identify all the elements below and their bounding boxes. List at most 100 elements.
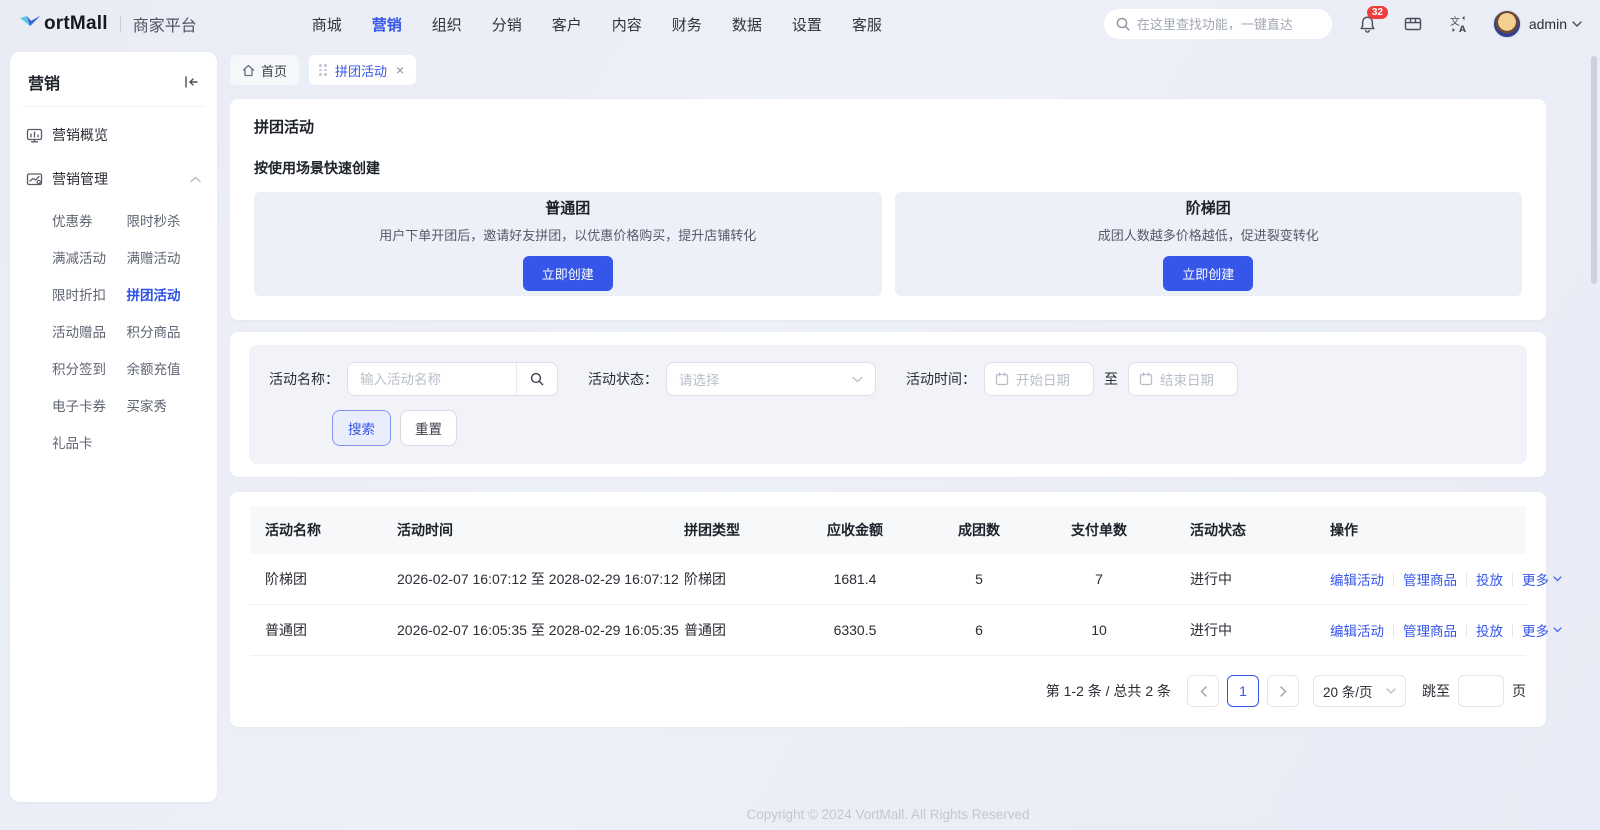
manage-goods-link[interactable]: 管理商品 [1403, 620, 1457, 640]
drag-handle-icon [319, 64, 327, 76]
nav-item-data[interactable]: 数据 [717, 14, 777, 35]
notifications-button[interactable]: 32 [1358, 15, 1377, 34]
activity-status-label: 活动状态： [588, 369, 658, 389]
nav-item-organization[interactable]: 组织 [417, 14, 477, 35]
create-ladder-group-button[interactable]: 立即创建 [1163, 256, 1253, 291]
more-link[interactable]: 更多 [1522, 620, 1562, 640]
status-select-value: 请选择 [679, 369, 720, 389]
name-search-button[interactable] [516, 362, 557, 396]
top-bar: ortMall 商家平台 商城 营销 组织 分销 客户 内容 财务 数据 设置 … [0, 0, 1600, 48]
sidebar: 营销 营销概览 营销管理 [10, 52, 217, 802]
start-date-picker[interactable]: 开始日期 [984, 362, 1094, 396]
sidebar-item-group-buy[interactable]: 拼团活动 [127, 277, 202, 314]
sidebar-item-points-signin[interactable]: 积分签到 [52, 351, 127, 388]
search-button[interactable]: 搜索 [332, 410, 391, 446]
sidebar-item-marketing-overview[interactable]: 营销概览 [26, 113, 201, 157]
more-link[interactable]: 更多 [1522, 569, 1562, 589]
close-tab-icon[interactable]: × [396, 63, 404, 77]
scenario-title: 普通团 [545, 197, 590, 218]
brand[interactable]: ortMall 商家平台 [18, 12, 197, 36]
top-nav: 商城 营销 组织 分销 客户 内容 财务 数据 设置 客服 [297, 14, 897, 35]
col-activity-time: 活动时间 [382, 520, 669, 540]
manage-goods-link[interactable]: 管理商品 [1403, 569, 1457, 589]
translate-icon: 文 A [1449, 14, 1469, 34]
tab-bar: 首页 拼团活动 × [230, 52, 1546, 88]
next-page-button[interactable] [1267, 675, 1299, 707]
nav-item-support[interactable]: 客服 [837, 14, 897, 35]
search-icon [1116, 17, 1130, 31]
sidebar-item-marketing-manage[interactable]: 营销管理 [26, 157, 201, 201]
brand-divider [120, 16, 121, 32]
sidebar-item-balance-recharge[interactable]: 余额充值 [127, 351, 202, 388]
nav-item-marketing[interactable]: 营销 [357, 14, 417, 35]
jump-to-label: 跳至 [1422, 681, 1450, 701]
activity-table-card: 活动名称 活动时间 拼团类型 应收金额 成团数 支付单数 活动状态 操作 阶梯团… [230, 492, 1546, 727]
sidebar-item-flash-sale[interactable]: 限时秒杀 [127, 203, 202, 240]
scenario-desc: 用户下单开团后，邀请好友拼团，以优惠价格购买，提升店铺转化 [379, 225, 756, 244]
pagination: 第 1-2 条 / 总共 2 条 1 20 条/页 跳至 [250, 675, 1526, 707]
global-search-input[interactable] [1137, 17, 1320, 32]
page-size-value: 20 条/页 [1323, 681, 1373, 701]
cell-group-type: 阶梯团 [669, 569, 775, 589]
section-title: 按使用场景快速创建 [254, 158, 1522, 178]
promote-link[interactable]: 投放 [1476, 569, 1503, 589]
page-size-select[interactable]: 20 条/页 [1313, 675, 1406, 707]
avatar [1493, 10, 1521, 38]
board-trend-icon [26, 171, 43, 188]
nav-item-settings[interactable]: 设置 [777, 14, 837, 35]
sidebar-item-activity-gift[interactable]: 活动赠品 [52, 314, 127, 351]
chevron-left-icon [1200, 686, 1207, 697]
row-actions: 编辑活动 管理商品 投放 更多 [1315, 569, 1562, 589]
nav-item-distribution[interactable]: 分销 [477, 14, 537, 35]
sidebar-item-buyer-show[interactable]: 买家秀 [127, 388, 202, 425]
tab-home[interactable]: 首页 [230, 55, 299, 85]
user-menu[interactable]: admin [1493, 10, 1582, 38]
edit-activity-link[interactable]: 编辑活动 [1330, 569, 1384, 589]
page-number-1[interactable]: 1 [1227, 675, 1259, 707]
sidebar-item-full-gift[interactable]: 满赠活动 [127, 240, 202, 277]
nav-item-finance[interactable]: 财务 [657, 14, 717, 35]
activity-name-input[interactable] [348, 372, 516, 387]
sidebar-title: 营销 [28, 70, 60, 94]
workbench-button[interactable] [1403, 14, 1423, 34]
tab-group-buy[interactable]: 拼团活动 × [309, 55, 416, 85]
sidebar-submenu: 优惠券 限时秒杀 满减活动 满赠活动 限时折扣 拼团活动 活动赠品 积分商品 积… [26, 203, 201, 462]
page-unit-label: 页 [1512, 681, 1526, 701]
cell-activity-name: 普通团 [250, 620, 382, 640]
sidebar-item-gift-card[interactable]: 礼品卡 [52, 425, 127, 462]
search-icon [530, 372, 544, 386]
global-search[interactable] [1104, 9, 1332, 39]
nav-item-content[interactable]: 内容 [597, 14, 657, 35]
collapse-sidebar-icon[interactable] [184, 75, 199, 89]
start-date-value: 开始日期 [1016, 369, 1070, 389]
promote-link[interactable]: 投放 [1476, 620, 1503, 640]
activity-status-select[interactable]: 请选择 [666, 362, 876, 396]
sidebar-item-full-reduction[interactable]: 满减活动 [52, 240, 127, 277]
nav-item-mall[interactable]: 商城 [297, 14, 357, 35]
jump-to-input[interactable] [1458, 675, 1504, 707]
calendar-icon [995, 372, 1009, 386]
home-icon [242, 64, 255, 77]
sidebar-item-time-discount[interactable]: 限时折扣 [52, 277, 127, 314]
activity-name-input-group [347, 362, 558, 396]
sidebar-item-coupon[interactable]: 优惠券 [52, 203, 127, 240]
scrollbar-thumb[interactable] [1591, 56, 1597, 284]
col-paid-orders: 支付单数 [1023, 520, 1175, 540]
col-group-type: 拼团类型 [669, 520, 775, 540]
end-date-picker[interactable]: 结束日期 [1128, 362, 1238, 396]
chevron-right-icon [1280, 686, 1287, 697]
nav-item-customers[interactable]: 客户 [537, 14, 597, 35]
prev-page-button[interactable] [1187, 675, 1219, 707]
cell-receivable: 1681.4 [775, 571, 935, 587]
edit-activity-link[interactable]: 编辑活动 [1330, 620, 1384, 640]
chevron-down-icon [1553, 576, 1562, 582]
chevron-down-icon [1553, 627, 1562, 633]
language-button[interactable]: 文 A [1449, 14, 1469, 34]
create-normal-group-button[interactable]: 立即创建 [523, 256, 613, 291]
sidebar-item-ecard[interactable]: 电子卡券 [52, 388, 127, 425]
reset-button[interactable]: 重置 [400, 410, 457, 446]
sidebar-item-points-goods[interactable]: 积分商品 [127, 314, 202, 351]
cell-activity-status: 进行中 [1175, 569, 1315, 589]
svg-text:A: A [1459, 25, 1466, 34]
cell-paid-orders: 10 [1023, 622, 1175, 638]
